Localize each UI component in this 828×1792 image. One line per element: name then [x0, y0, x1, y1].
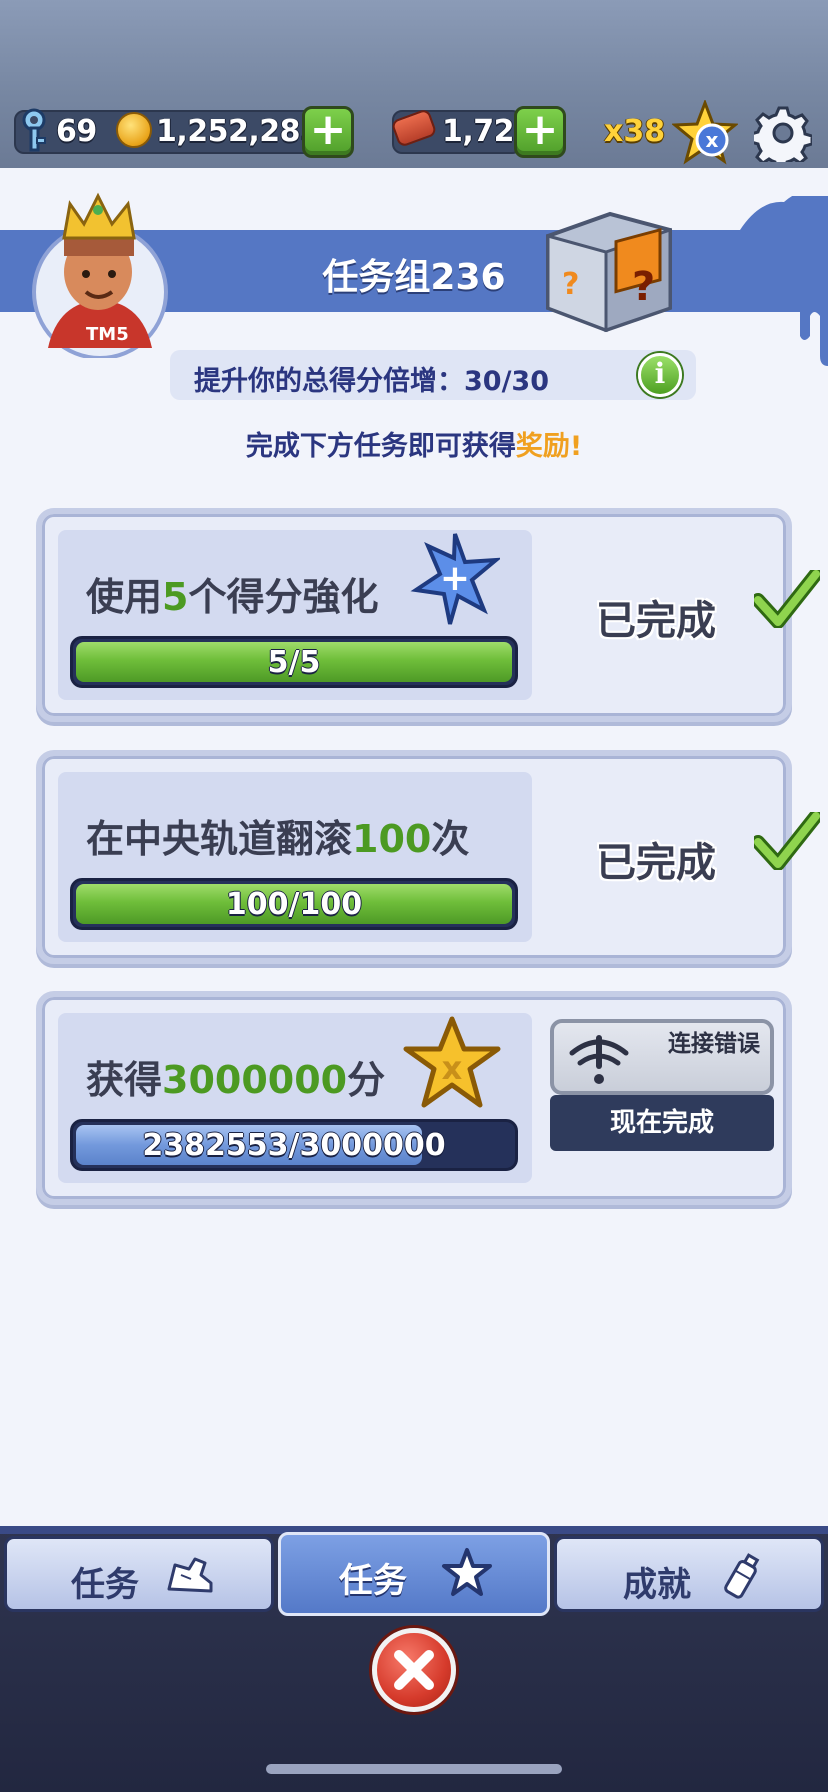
mission-title-suffix: 个得分強化	[188, 575, 379, 619]
mission-progress-bar: 100/100	[70, 878, 518, 930]
mission-title-suffix: 分	[347, 1058, 386, 1102]
no-wifi-icon	[569, 1035, 629, 1084]
progress-text: 5/5	[267, 645, 321, 680]
key-icon	[22, 108, 46, 152]
mission-title-number: 3000000	[162, 1058, 348, 1102]
score-multiplier: x38	[604, 114, 666, 149]
complete-now-button[interactable]: 现在完成	[550, 1095, 774, 1151]
multiplier-star-icon: x	[672, 100, 738, 165]
home-indicator	[266, 1764, 562, 1774]
svg-text:?: ?	[562, 267, 579, 302]
connection-error-text: 连接错误	[668, 1031, 760, 1057]
mission-progress-bar: 2382553/3000000	[70, 1119, 518, 1171]
mission-card-1: 使用5个得分強化 + 5/5 已完成	[36, 508, 820, 722]
mission-title-prefix: 在中央轨道翻滚	[86, 817, 353, 861]
keys-count: 69	[56, 114, 97, 149]
svg-text:x: x	[442, 1049, 463, 1087]
currency-bar: 69 1,252,285 + 1,729 + x38 x	[14, 100, 814, 165]
mission-title: 获得3000000分	[86, 1049, 385, 1104]
connection-error-panel: 连接错误	[550, 1019, 774, 1095]
svg-text:+: +	[440, 558, 470, 599]
coins-count: 1,252,285	[156, 114, 321, 149]
mission-title-suffix: 次	[431, 817, 470, 861]
reward-highlight: 奖励!	[515, 431, 583, 462]
progress-text: 100/100	[225, 887, 363, 922]
mission-title-number: 100	[352, 817, 432, 861]
mission-title: 在中央轨道翻滚100次	[86, 808, 469, 863]
star-icon	[442, 1548, 492, 1596]
svg-text:x: x	[706, 128, 719, 152]
reward-instruction-text: 完成下方任务即可获得	[245, 431, 516, 462]
mission-info-panel: 获得3000000分 x 2382553/3000000	[58, 1013, 532, 1183]
mission-card-3: 获得3000000分 x 2382553/3000000 连接错误 现在完成	[36, 991, 792, 1205]
coin-icon	[116, 112, 152, 148]
svg-text:TM5: TM5	[86, 324, 129, 345]
spray-can-icon	[724, 1553, 760, 1599]
tab-mission-set[interactable]: 任务	[278, 1532, 550, 1616]
progress-text: 2382553/3000000	[142, 1128, 446, 1163]
reward-instruction: 完成下方任务即可获得奖励!	[0, 424, 828, 463]
player-avatar: TM5	[32, 192, 168, 358]
mission-info-panel: 使用5个得分強化 + 5/5	[58, 530, 532, 700]
mission-progress-bar: 5/5	[70, 636, 518, 688]
score-booster-star-icon: +	[410, 533, 500, 625]
multiplier-progress-pill: 提升你的总得分倍增：30/30 i	[170, 350, 696, 400]
tab-label: 成就	[623, 1565, 691, 1605]
mission-status: 已完成	[596, 840, 716, 886]
multiplier-progress-text: 提升你的总得分倍增：30/30	[194, 366, 550, 397]
gear-icon[interactable]	[754, 104, 812, 162]
tab-achievements[interactable]: 成就	[554, 1536, 824, 1612]
mission-card-2: 在中央轨道翻滚100次 100/100 已完成	[36, 750, 820, 964]
tab-label: 任务	[339, 1561, 407, 1601]
checkmark-icon	[754, 570, 820, 628]
mission-title: 使用5个得分強化	[86, 566, 378, 621]
sneaker-icon	[167, 1557, 213, 1593]
tab-label: 任务	[71, 1565, 139, 1605]
buy-boards-button[interactable]: +	[514, 106, 566, 158]
close-button[interactable]	[372, 1628, 456, 1712]
mission-info-panel: 在中央轨道翻滚100次 100/100	[58, 772, 532, 942]
mission-title-prefix: 获得	[86, 1058, 163, 1102]
mission-status: 已完成	[596, 598, 716, 644]
svg-text:?: ?	[632, 264, 655, 310]
info-icon[interactable]: i	[638, 353, 682, 397]
checkmark-icon	[754, 812, 820, 870]
mission-title-prefix: 使用	[86, 575, 163, 619]
mystery-box-icon: ? ?	[546, 211, 672, 333]
tab-missions[interactable]: 任务	[4, 1536, 274, 1612]
mission-title-number: 5	[162, 575, 189, 619]
buy-coins-button[interactable]: +	[302, 106, 354, 158]
gold-star-icon: x	[403, 1016, 501, 1108]
